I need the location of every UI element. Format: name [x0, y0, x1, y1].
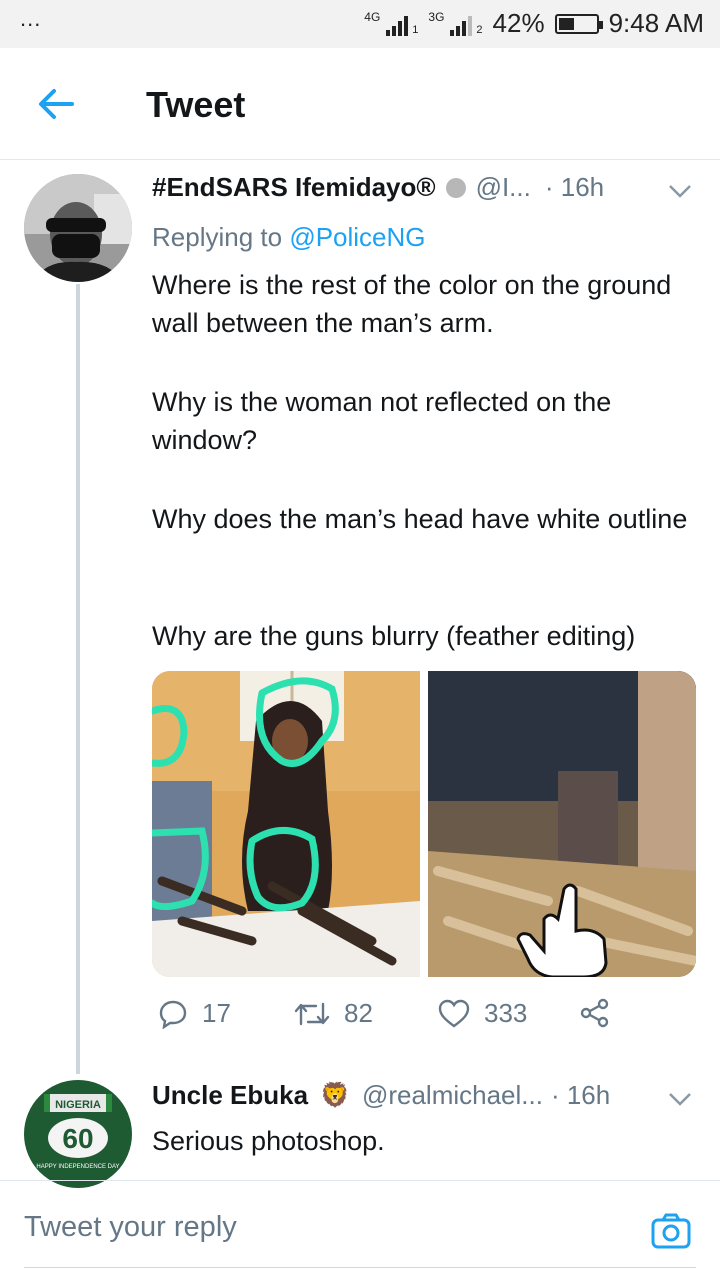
tweet-paragraph: Where is the rest of the color on the gr… — [152, 270, 672, 338]
status-dot-icon — [445, 177, 466, 198]
mention-link[interactable]: @PoliceNG — [289, 222, 425, 252]
tweet-reply-input[interactable]: Tweet your reply — [24, 1211, 237, 1244]
retweet-button[interactable]: 82 — [294, 998, 373, 1029]
avatar[interactable] — [24, 174, 132, 282]
tweet-time: · 16h — [544, 172, 605, 202]
like-count: 333 — [484, 998, 528, 1028]
camera-icon[interactable] — [650, 1211, 692, 1251]
tweet-paragraph: Why is the woman not reflected on the wi… — [152, 387, 612, 455]
reply-avatar[interactable]: NIGERIA 60 HAPPY INDEPENDENCE DAY — [24, 1080, 132, 1188]
share-icon — [580, 998, 609, 1028]
reply-author-name[interactable]: Uncle Ebuka — [152, 1080, 308, 1111]
compose-bar: Tweet your reply — [0, 1180, 720, 1280]
arrow-left-icon[interactable] — [36, 86, 76, 122]
tweet-paragraph: Why are the guns blurry (feather editing… — [152, 621, 636, 651]
signal-sim1-icon: 4G 1 — [364, 9, 419, 36]
tweet-media — [152, 671, 696, 977]
author-name[interactable]: #EndSARS Ifemidayo® — [152, 172, 436, 203]
top-app-bar: Tweet — [0, 48, 720, 160]
tweet-actions: 17 82 333 — [152, 998, 632, 1038]
status-bar: ... 4G 1 3G 2 42% 9:48 AM — [0, 0, 720, 48]
retweet-count: 82 — [344, 998, 373, 1028]
signal-sim2-icon: 3G 2 — [428, 9, 483, 36]
reply-button[interactable]: 17 — [158, 998, 231, 1029]
thread-line — [76, 284, 80, 1074]
status-menu-dots: ... — [20, 6, 42, 31]
page-title: Tweet — [146, 84, 246, 125]
reply-author-handle[interactable]: @realmichael... — [362, 1080, 543, 1111]
share-button[interactable] — [580, 998, 610, 1028]
heart-icon — [438, 999, 470, 1027]
avatar-banner-text: NIGERIA — [55, 1099, 101, 1111]
reply-header: Uncle Ebuka 🦁 @realmichael... · 16h — [152, 1080, 610, 1111]
reply-time: · 16h — [550, 1080, 611, 1110]
like-button[interactable]: 333 — [438, 998, 527, 1029]
lion-icon: 🦁 — [320, 1082, 350, 1109]
retweet-icon — [294, 1002, 330, 1025]
input-underline — [24, 1267, 696, 1268]
author-handle[interactable]: @I... — [476, 172, 531, 203]
avatar-caption: HAPPY INDEPENDENCE DAY — [36, 1164, 119, 1170]
battery-icon — [554, 13, 603, 34]
status-time: 9:48 AM — [608, 8, 704, 38]
reply-text: Serious photoshop. — [152, 1126, 385, 1156]
media-photo-1[interactable] — [152, 671, 420, 977]
chevron-down-icon[interactable] — [668, 184, 692, 198]
reply-count: 17 — [202, 998, 231, 1028]
tweet-paragraph: Why does the man’s head have white outli… — [152, 504, 688, 534]
reply-icon — [159, 1000, 187, 1029]
battery-percent: 42% — [492, 8, 545, 38]
chevron-down-icon[interactable] — [668, 1092, 692, 1106]
media-photo-2[interactable] — [428, 671, 696, 977]
replying-to: Replying to @PoliceNG — [152, 222, 426, 252]
tweet-header: #EndSARS Ifemidayo® @I... · 16h — [152, 172, 604, 203]
avatar-number: 60 — [62, 1123, 93, 1154]
